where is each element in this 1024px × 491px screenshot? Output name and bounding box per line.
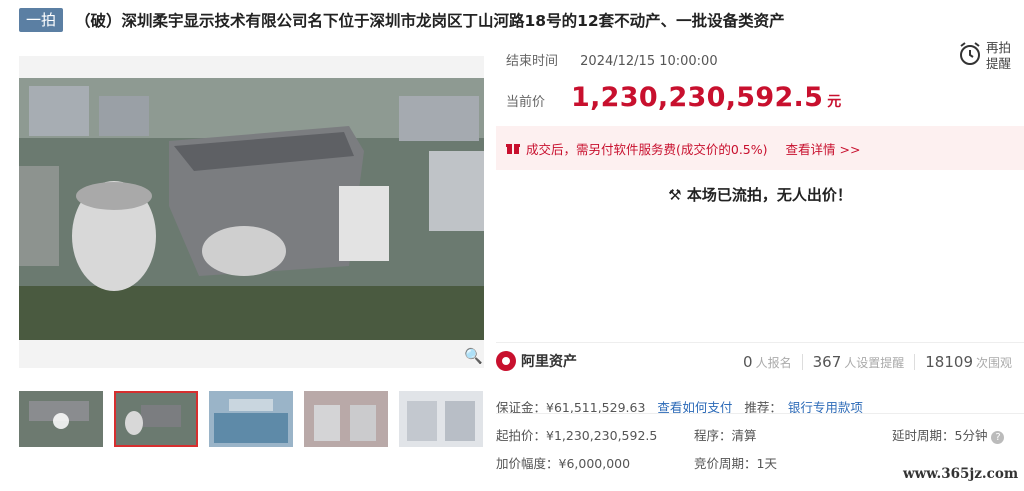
- service-fee-text: 成交后，需另付软件服务费(成交价的0.5%): [526, 141, 768, 157]
- price-unit: 元: [827, 94, 842, 110]
- divider: [914, 354, 916, 370]
- current-price-row: 当前价 1,230,230,592.5 元: [506, 82, 841, 113]
- divider: [801, 354, 803, 370]
- reminder-count: 367: [812, 353, 842, 371]
- end-time-value: 2024/12/15 10:00:00: [580, 54, 718, 69]
- view-label: 次围观: [975, 356, 1012, 370]
- thumbnail-2-selected[interactable]: [114, 391, 198, 447]
- thumbnail-1[interactable]: [19, 391, 103, 447]
- platform-name: 阿里资产: [521, 354, 577, 370]
- platform-logo[interactable]: 阿里资产: [496, 351, 577, 371]
- bid-period-row: 竞价周期：1天: [694, 453, 777, 472]
- auction-type-badge: 一拍: [19, 8, 64, 32]
- remind-button[interactable]: 再拍 提醒: [958, 40, 1011, 72]
- ali-logo-icon: [496, 351, 516, 371]
- auction-failed-status: ⚒ 本场已流拍，无人出价！: [496, 184, 1024, 205]
- bid-period-value: 1天: [756, 456, 777, 471]
- delay-row: 延时周期：5分钟?: [892, 425, 1005, 444]
- signup-label: 人报名: [755, 356, 792, 370]
- procedure-value: 清算: [731, 428, 757, 443]
- view-details-link[interactable]: 查看详情 >>: [786, 139, 861, 158]
- divider: [496, 413, 1024, 414]
- increment-row: 加价幅度：¥6,000,000: [496, 453, 630, 472]
- procedure-row: 程序：清算: [694, 425, 757, 444]
- zoom-icon[interactable]: 🔍: [464, 347, 483, 365]
- delay-value: 5分钟: [954, 428, 988, 443]
- thumbnail-4[interactable]: [304, 391, 388, 447]
- increment-value: ¥6,000,000: [558, 456, 631, 471]
- help-icon[interactable]: ?: [991, 431, 1005, 444]
- main-photo[interactable]: [19, 56, 484, 368]
- stats: 0 人报名 367 人设置提醒 18109 次围观: [743, 353, 1012, 371]
- alarm-clock-icon: [960, 42, 980, 65]
- auction-failed-text: 本场已流拍，无人出价！: [686, 186, 852, 204]
- thumbnail-5[interactable]: [399, 391, 483, 447]
- current-price: 1,230,230,592.5: [571, 82, 824, 113]
- remind-label-2: 提醒: [986, 56, 1012, 71]
- platform-bar: 阿里资产 0 人报名 367 人设置提醒 18109 次围观: [496, 342, 1024, 383]
- title-bar: 一拍 （破）深圳柔宇显示技术有限公司名下位于深圳市龙岗区丁山河路18号的12套不…: [19, 8, 785, 32]
- start-price-value: ¥1,230,230,592.5: [546, 428, 658, 443]
- gavel-icon: ⚒: [668, 186, 682, 204]
- gift-icon: [506, 144, 520, 154]
- price-label: 当前价: [506, 95, 546, 110]
- watermark: www.365jz.com: [903, 466, 1019, 482]
- increment-label: 加价幅度：: [496, 456, 559, 471]
- view-count: 18109: [925, 353, 973, 371]
- delay-label: 延时周期：: [892, 428, 955, 443]
- page-title: （破）深圳柔宇显示技术有限公司名下位于深圳市龙岗区丁山河路18号的12套不动产、…: [75, 12, 785, 30]
- procedure-label: 程序：: [694, 428, 732, 443]
- start-price-row: 起拍价：¥1,230,230,592.5: [496, 425, 657, 444]
- bid-period-label: 竞价周期：: [694, 456, 757, 471]
- start-price-label: 起拍价：: [496, 428, 547, 443]
- reminder-label: 人设置提醒: [844, 356, 905, 370]
- thumbnail-3[interactable]: [209, 391, 293, 447]
- end-time-row: 结束时间 2024/12/15 10:00:00: [506, 50, 718, 69]
- thumbnail-strip: [19, 391, 494, 447]
- remind-label-1: 再拍: [986, 40, 1012, 55]
- signup-count: 0: [743, 353, 753, 371]
- end-time-label: 结束时间: [506, 54, 559, 69]
- service-fee-notice: 成交后，需另付软件服务费(成交价的0.5%) 查看详情 >>: [496, 126, 1024, 170]
